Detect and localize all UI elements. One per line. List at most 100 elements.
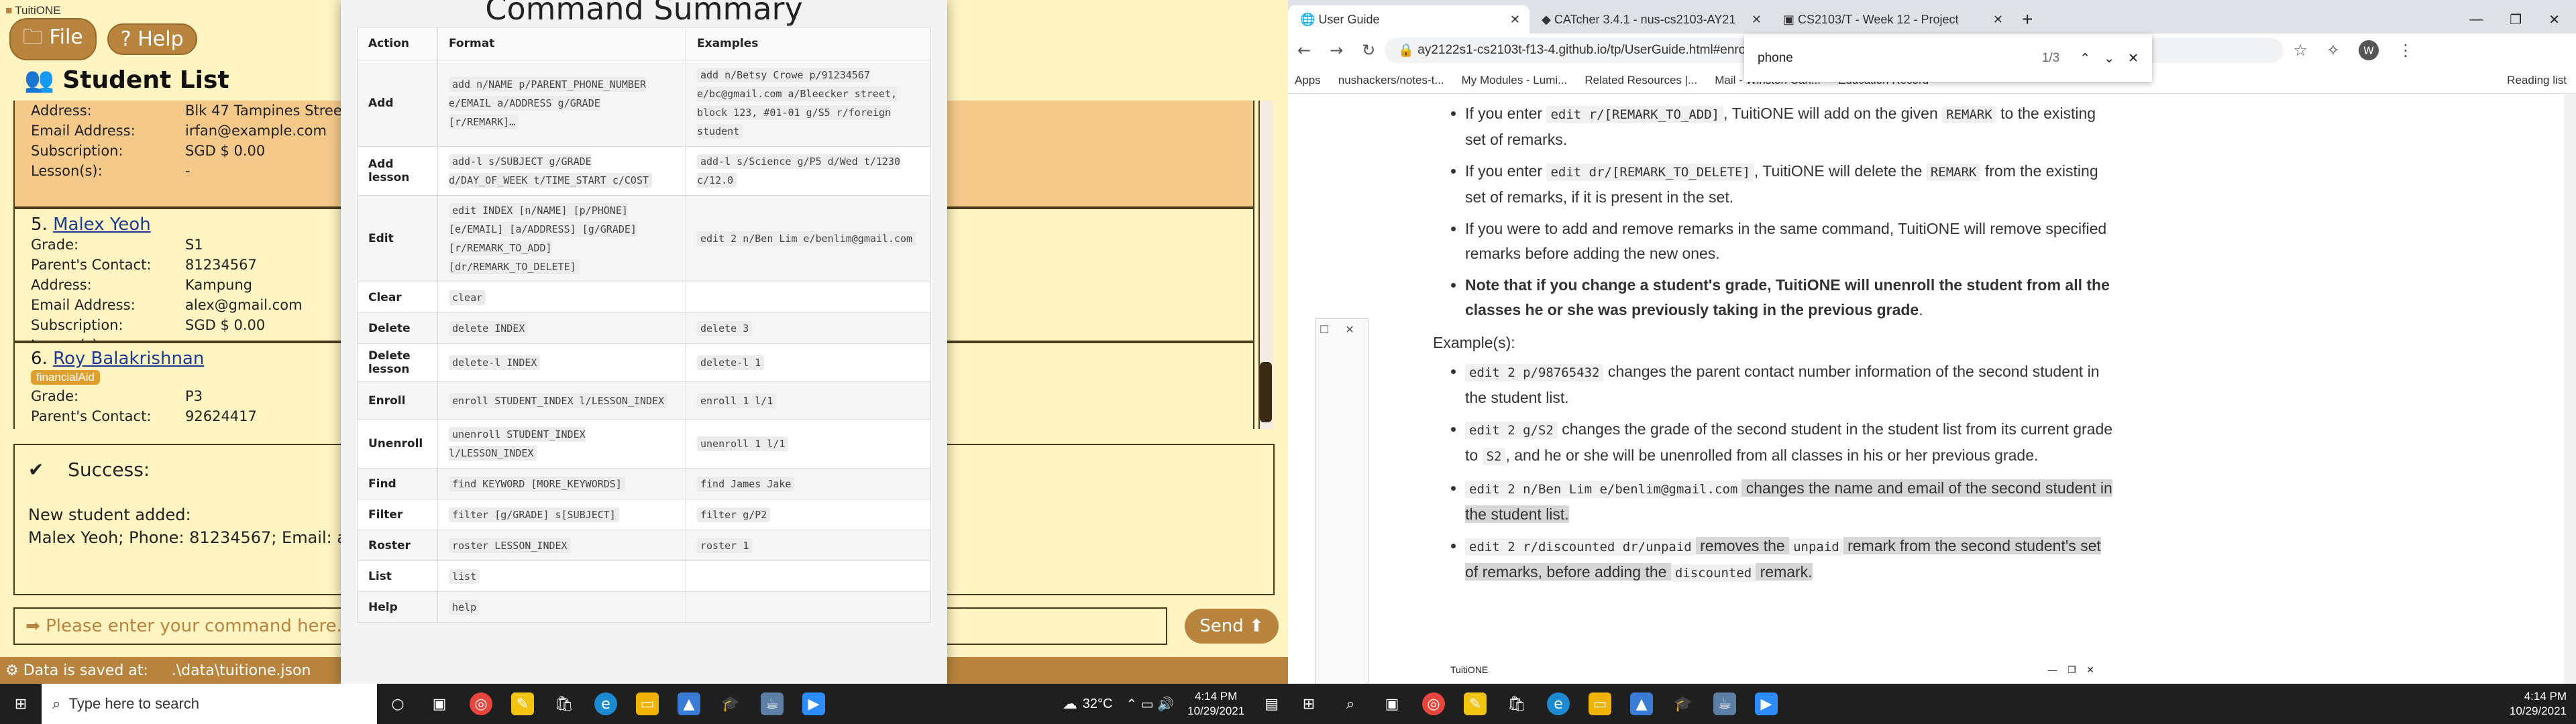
status-path: .\data\tuitione.json [171, 662, 311, 679]
star-icon[interactable]: ☆ [2293, 41, 2308, 60]
menu-icon[interactable]: ⋮ [2398, 41, 2414, 60]
format-code: unenroll STUDENT_INDEX l/LESSON_INDEX [449, 427, 586, 461]
field-key: Address: [31, 277, 92, 293]
find-close-icon[interactable]: ✕ [2128, 51, 2139, 66]
example-code: delete 3 [697, 320, 753, 336]
format-code: enroll STUDENT_INDEX l/LESSON_INDEX [449, 393, 668, 408]
new-tab-icon[interactable]: + [2022, 5, 2033, 34]
lock-icon: 🔒 [1398, 44, 1414, 58]
search-placeholder: Type here to search [68, 695, 200, 712]
format-code: clear [449, 290, 486, 305]
search-icon[interactable]: ⌕ [1339, 692, 1362, 715]
task-view-icon[interactable]: ○ [386, 692, 409, 715]
mini-window-controls[interactable]: ☐ ✕ [1316, 319, 1368, 341]
widgets-icon[interactable]: ▣ [428, 692, 451, 715]
windows-start-icon[interactable]: ⊞ [9, 692, 32, 715]
tab-cs2103[interactable]: ▣ CS2103/T - Week 12 - Project ✕ [1771, 5, 2012, 34]
bookmark[interactable]: My Modules - Lumi... [1462, 74, 1568, 87]
extensions-icon[interactable]: ✧ [2326, 41, 2340, 60]
folder-icon[interactable]: ▭ [636, 692, 659, 715]
java-icon[interactable]: ☕ [1713, 692, 1736, 715]
format-cell: delete-l INDEX [437, 343, 686, 382]
bookmark[interactable]: Related Resources |... [1585, 74, 1697, 87]
mini-window-buttons[interactable]: — ❐ ✕ [2048, 664, 2094, 676]
bookmark[interactable]: nushackers/notes-t... [1338, 74, 1444, 87]
example-cell: filter g/P2 [686, 499, 931, 530]
clock[interactable]: 4:14 PM 10/29/2021 [1187, 689, 1244, 719]
sticky-icon[interactable]: ✎ [511, 692, 534, 715]
reading-list[interactable]: Reading list [2507, 74, 2567, 87]
windows-start-icon[interactable]: ⊞ [1297, 692, 1320, 715]
taskbar-search[interactable]: ⌕ Type here to search [42, 684, 377, 724]
period: . [1919, 301, 1923, 318]
sticky-icon[interactable]: ✎ [1464, 692, 1487, 715]
find-prev-icon[interactable]: ⌃ [2080, 51, 2090, 66]
close-window-icon[interactable]: ✕ [2548, 11, 2560, 28]
photos-icon[interactable]: ▲ [678, 692, 700, 715]
file-menu-button[interactable]: 🗀 File [9, 17, 97, 60]
edge-icon[interactable]: e [1547, 692, 1570, 715]
restore-icon[interactable]: ☐ [1320, 323, 1329, 337]
left-monitor: ■ TuitiONE 🗀 File ? Help 👥 Student List … [0, 0, 1288, 724]
notifications-icon[interactable]: ▤ [1265, 695, 1279, 713]
send-button[interactable]: Send ⬆ [1185, 609, 1279, 644]
text: removes the [1695, 537, 1790, 554]
close-icon[interactable]: ✕ [1752, 13, 1762, 27]
scrollbar-thumb[interactable] [1260, 362, 1272, 422]
restore-icon[interactable]: ❐ [2510, 11, 2522, 28]
find-input[interactable]: phone [1758, 51, 2042, 66]
reload-icon[interactable]: ↻ [1362, 41, 1375, 60]
field-key: Subscription: [31, 143, 123, 159]
photos-icon[interactable]: ▲ [1630, 692, 1653, 715]
bookmark[interactable]: Apps [1295, 74, 1321, 87]
window-controls[interactable]: — ❐ ✕ [2469, 5, 2560, 34]
inline-code: edit 2 n/Ben Lim e/benlim@gmail.com [1465, 481, 1742, 498]
chrome-icon[interactable]: ◎ [1422, 692, 1445, 715]
action-cell: Clear [357, 282, 438, 313]
profile-avatar[interactable]: W [2358, 40, 2379, 60]
back-icon[interactable]: ← [1297, 41, 1311, 60]
folder-icon[interactable]: ▭ [1589, 692, 1611, 715]
find-next-icon[interactable]: ⌄ [2104, 51, 2114, 66]
format-cell: add-l s/SUBJECT g/GRADE d/DAY_OF_WEEK t/… [437, 146, 686, 196]
task-view-icon[interactable]: ▣ [1381, 692, 1403, 715]
minimize-icon[interactable]: — [2469, 12, 2483, 27]
status-prefix: Data is saved at: [23, 662, 148, 679]
store-icon[interactable]: 🛍 [553, 692, 576, 715]
remarks-list: If you enter edit r/[REMARK_TO_ADD], Tui… [1446, 101, 2117, 322]
close-icon[interactable]: ✕ [1510, 13, 1520, 27]
close-icon[interactable]: ✕ [1993, 13, 2003, 27]
examples-label: Example(s): [1433, 334, 1515, 351]
tray-icons[interactable]: ⌃ ▭ 🔊 [1126, 696, 1174, 713]
table-row: Filter filter [g/GRADE] s[SUBJECT] filter … [357, 499, 931, 530]
zoom-icon[interactable]: ▶ [1755, 692, 1778, 715]
tab-catcher[interactable]: ◆ CATcher 3.4.1 - nus-cs2103-AY2122 ✕ [1529, 5, 1771, 34]
col-header: Examples [686, 27, 931, 60]
table-row: Enroll enroll STUDENT_INDEX l/LESSON_INDE… [357, 381, 931, 420]
tab-user-guide[interactable]: 🌐 User Guide ✕ [1288, 5, 1529, 34]
store-icon[interactable]: 🛍 [1505, 692, 1528, 715]
table-row: Help help [357, 591, 931, 623]
tuitione-taskbar-icon[interactable]: 🎓 [1672, 692, 1695, 715]
list-item: If you enter edit dr/[REMARK_TO_DELETE],… [1465, 159, 2117, 210]
forward-icon[interactable]: → [1330, 41, 1343, 60]
mini-window: ☐ ✕ [1315, 318, 1368, 684]
list-item: If you enter edit r/[REMARK_TO_ADD], Tui… [1465, 101, 2117, 152]
chrome-icon[interactable]: ◎ [470, 692, 492, 715]
format-code: filter [g/GRADE] s[SUBJECT] [449, 507, 619, 522]
zoom-icon[interactable]: ▶ [802, 692, 825, 715]
edge-icon[interactable]: e [594, 692, 617, 715]
java-icon[interactable]: ☕ [761, 692, 784, 715]
format-code: find KEYWORD [MORE_KEYWORDS] [449, 476, 625, 491]
page-scrollbar[interactable] [2564, 95, 2576, 684]
help-menu-button[interactable]: ? Help [107, 23, 197, 55]
example-item: edit 2 n/Ben Lim e/benlim@gmail.com chan… [1465, 476, 2117, 527]
action-cell: Edit [357, 195, 438, 282]
field-key: Lesson(s): [31, 163, 103, 179]
example-code: add-l s/Science g/P5 d/Wed t/1230 c/12.0 [697, 154, 901, 188]
tuitione-taskbar-icon[interactable]: 🎓 [719, 692, 742, 715]
close-icon[interactable]: ✕ [1345, 323, 1354, 337]
student-index: 5. [31, 215, 48, 235]
format-cell: edit INDEX [n/NAME] [p/PHONE] [e/EMAIL] … [437, 195, 686, 282]
clock[interactable]: 4:14 PM 10/29/2021 [2510, 689, 2567, 719]
